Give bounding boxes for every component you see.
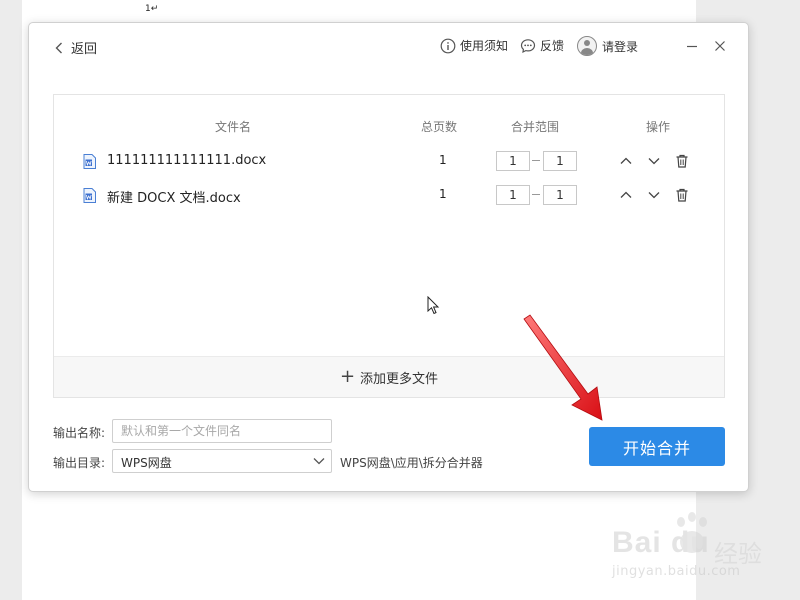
chevron-down-icon	[313, 458, 325, 465]
header-pages: 总页数	[421, 120, 458, 134]
chat-bubble-icon	[520, 38, 536, 53]
feedback-label: 反馈	[540, 39, 565, 53]
output-dir-select[interactable]: WPS网盘	[112, 449, 332, 473]
close-icon[interactable]	[711, 37, 729, 55]
trash-icon[interactable]	[674, 153, 690, 169]
feedback-button[interactable]: 反馈	[520, 37, 564, 54]
add-more-files-button[interactable]: + 添加更多文件	[54, 356, 724, 397]
watermark-logo: Bai du	[612, 526, 710, 559]
move-up-icon[interactable]	[618, 187, 634, 203]
file-name: 新建 DOCX 文档.docx	[107, 191, 241, 206]
move-down-icon[interactable]	[646, 187, 662, 203]
watermark-url: jingyan.baidu.com	[612, 564, 741, 579]
dialog-titlebar: 返回 使用须知 反馈 请登录	[29, 23, 748, 71]
output-dir-path: WPS网盘\应用\拆分合并器	[340, 456, 483, 470]
output-name-label: 输出名称:	[53, 426, 106, 440]
usage-notes-button[interactable]: 使用须知	[440, 37, 508, 54]
file-name: 111111111111111.docx	[107, 153, 267, 168]
plus-icon: +	[339, 366, 356, 387]
merge-dialog: 返回 使用须知 反馈 请登录 文件名 总页数 合并范围 操作 111111111…	[28, 22, 749, 492]
document-text: 1↵	[145, 4, 159, 14]
range-separator	[532, 194, 540, 195]
header-filename: 文件名	[215, 120, 252, 134]
chevron-left-icon	[55, 42, 62, 53]
move-down-icon[interactable]	[646, 153, 662, 169]
login-button[interactable]: 请登录	[577, 36, 638, 56]
table-row: 111111111111111.docx 1 1 1	[54, 144, 724, 178]
output-dir-value: WPS网盘	[121, 456, 172, 470]
table-row: 新建 DOCX 文档.docx 1 1 1	[54, 178, 724, 212]
info-icon	[440, 38, 456, 53]
range-start-input[interactable]: 1	[496, 151, 530, 171]
file-list-panel: 文件名 总页数 合并范围 操作 111111111111111.docx 1 1…	[53, 94, 725, 398]
avatar	[577, 36, 597, 56]
output-dir-label: 输出目录:	[53, 456, 106, 470]
header-range: 合并范围	[511, 120, 560, 134]
range-end-input[interactable]: 1	[543, 151, 577, 171]
range-separator	[532, 160, 540, 161]
move-up-icon[interactable]	[618, 153, 634, 169]
baidu-jingyan-watermark: Bai du 经验 jingyan.baidu.com	[612, 512, 792, 592]
header-actions: 操作	[646, 120, 671, 134]
word-doc-icon	[83, 188, 96, 203]
mouse-cursor-icon	[427, 296, 440, 315]
add-more-label: 添加更多文件	[360, 371, 439, 387]
range-start-input[interactable]: 1	[496, 185, 530, 205]
trash-icon[interactable]	[674, 187, 690, 203]
back-button[interactable]: 返回	[55, 38, 97, 57]
word-doc-icon	[83, 154, 96, 169]
back-label: 返回	[71, 42, 98, 57]
output-name-input[interactable]	[112, 419, 332, 443]
page-count: 1	[439, 153, 447, 167]
login-label: 请登录	[602, 39, 639, 54]
page-count: 1	[439, 187, 447, 201]
start-merge-button[interactable]: 开始合并	[589, 427, 725, 466]
usage-notes-label: 使用须知	[460, 39, 509, 53]
range-end-input[interactable]: 1	[543, 185, 577, 205]
minimize-icon[interactable]	[683, 37, 701, 55]
